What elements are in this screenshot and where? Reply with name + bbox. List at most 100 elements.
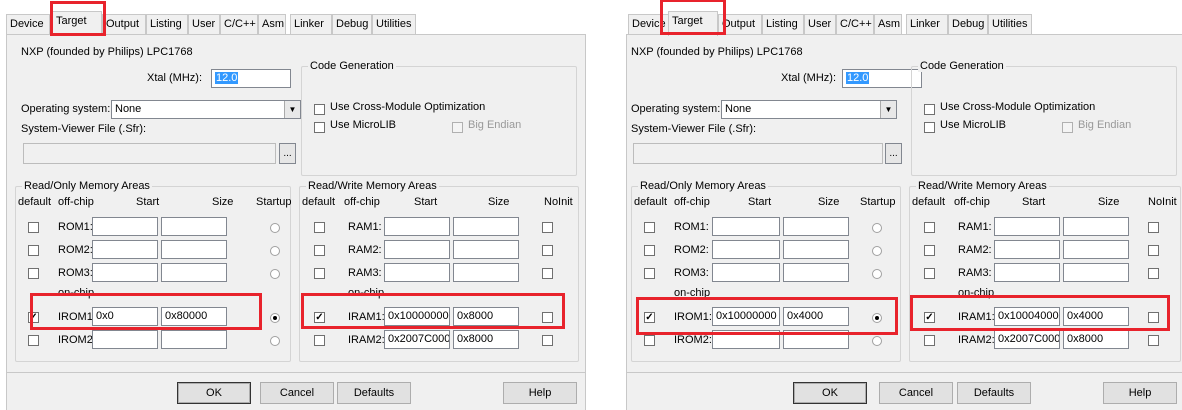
ram2-start-input[interactable] <box>384 240 450 259</box>
tab-user[interactable]: User <box>804 14 836 35</box>
ram1-size-input[interactable] <box>1063 217 1129 236</box>
iram2-noinit-checkbox[interactable] <box>542 335 553 346</box>
tab-debug[interactable]: Debug <box>948 14 988 35</box>
ram2-start-input[interactable] <box>994 240 1060 259</box>
irom2-start-input[interactable] <box>92 330 158 349</box>
tab-output[interactable]: Output <box>102 14 146 35</box>
browse-button[interactable]: ... <box>279 143 296 164</box>
rom2-startup-radio[interactable] <box>872 246 882 256</box>
rom2-default-checkbox[interactable] <box>28 245 39 256</box>
iram2-size-input[interactable]: 0x8000 <box>453 330 519 349</box>
ram1-noinit-checkbox[interactable] <box>1148 222 1159 233</box>
tab-user[interactable]: User <box>188 14 220 35</box>
rom3-size-input[interactable] <box>161 263 227 282</box>
help-button[interactable]: Help <box>1103 382 1177 404</box>
rom2-size-input[interactable] <box>161 240 227 259</box>
ram2-default-checkbox[interactable] <box>924 245 935 256</box>
chevron-down-icon[interactable]: ▼ <box>284 101 300 118</box>
ram1-default-checkbox[interactable] <box>314 222 325 233</box>
tab-linker[interactable]: Linker <box>290 14 332 35</box>
ram1-default-checkbox[interactable] <box>924 222 935 233</box>
cancel-button[interactable]: Cancel <box>260 382 334 404</box>
irom2-startup-radio[interactable] <box>270 336 280 346</box>
ram2-size-input[interactable] <box>453 240 519 259</box>
rom1-start-input[interactable] <box>712 217 780 236</box>
help-button[interactable]: Help <box>503 382 577 404</box>
rom3-size-input[interactable] <box>783 263 849 282</box>
rom2-start-input[interactable] <box>712 240 780 259</box>
ram3-noinit-checkbox[interactable] <box>1148 268 1159 279</box>
ram2-default-checkbox[interactable] <box>314 245 325 256</box>
tab-asm[interactable]: Asm <box>874 14 902 35</box>
xtal-input[interactable]: 12.0 <box>211 69 291 88</box>
rom3-startup-radio[interactable] <box>872 269 882 279</box>
iram2-start-input[interactable]: 0x2007C000 <box>384 330 450 349</box>
ram2-noinit-checkbox[interactable] <box>542 245 553 256</box>
ram3-default-checkbox[interactable] <box>924 268 935 279</box>
iram2-default-checkbox[interactable] <box>924 335 935 346</box>
ram2-size-input[interactable] <box>1063 240 1129 259</box>
big-endian-checkbox[interactable] <box>452 122 463 133</box>
microlib-checkbox[interactable] <box>924 122 935 133</box>
tab-asm[interactable]: Asm <box>258 14 286 35</box>
irom2-default-checkbox[interactable] <box>644 335 655 346</box>
rom2-size-input[interactable] <box>783 240 849 259</box>
tab-cpp[interactable]: C/C++ <box>220 14 258 35</box>
rom1-start-input[interactable] <box>92 217 158 236</box>
irom2-default-checkbox[interactable] <box>28 335 39 346</box>
cross-module-checkbox[interactable] <box>924 104 935 115</box>
iram2-noinit-checkbox[interactable] <box>1148 335 1159 346</box>
ram3-size-input[interactable] <box>453 263 519 282</box>
ram3-noinit-checkbox[interactable] <box>542 268 553 279</box>
cross-module-checkbox[interactable] <box>314 104 325 115</box>
iram2-default-checkbox[interactable] <box>314 335 325 346</box>
browse-button[interactable]: ... <box>885 143 902 164</box>
defaults-button[interactable]: Defaults <box>957 382 1031 404</box>
rom3-start-input[interactable] <box>92 263 158 282</box>
ram1-noinit-checkbox[interactable] <box>542 222 553 233</box>
rom2-startup-radio[interactable] <box>270 246 280 256</box>
os-select[interactable]: None ▼ <box>111 100 301 119</box>
cancel-button[interactable]: Cancel <box>879 382 953 404</box>
sfr-input[interactable] <box>23 143 276 164</box>
rom1-size-input[interactable] <box>161 217 227 236</box>
os-select[interactable]: None ▼ <box>721 100 897 119</box>
tab-utilities[interactable]: Utilities <box>988 14 1032 35</box>
rom2-start-input[interactable] <box>92 240 158 259</box>
tab-device[interactable]: Device <box>6 14 50 35</box>
rom1-startup-radio[interactable] <box>872 223 882 233</box>
ram1-start-input[interactable] <box>384 217 450 236</box>
rom1-startup-radio[interactable] <box>270 223 280 233</box>
rom3-default-checkbox[interactable] <box>28 268 39 279</box>
rom1-default-checkbox[interactable] <box>644 222 655 233</box>
big-endian-checkbox[interactable] <box>1062 122 1073 133</box>
tab-debug[interactable]: Debug <box>332 14 372 35</box>
irom1-startup-radio[interactable] <box>270 313 280 323</box>
rom1-size-input[interactable] <box>783 217 849 236</box>
defaults-button[interactable]: Defaults <box>337 382 411 404</box>
ok-button[interactable]: OK <box>177 382 251 404</box>
tab-linker[interactable]: Linker <box>906 14 948 35</box>
tab-listing[interactable]: Listing <box>762 14 804 35</box>
irom2-startup-radio[interactable] <box>872 336 882 346</box>
ram3-start-input[interactable] <box>384 263 450 282</box>
rom1-default-checkbox[interactable] <box>28 222 39 233</box>
ram3-start-input[interactable] <box>994 263 1060 282</box>
rom3-default-checkbox[interactable] <box>644 268 655 279</box>
ram3-default-checkbox[interactable] <box>314 268 325 279</box>
ram1-size-input[interactable] <box>453 217 519 236</box>
rom3-startup-radio[interactable] <box>270 269 280 279</box>
iram2-size-input[interactable]: 0x8000 <box>1063 330 1129 349</box>
iram2-start-input[interactable]: 0x2007C000 <box>994 330 1060 349</box>
xtal-input[interactable]: 12.0 <box>842 69 922 88</box>
chevron-down-icon[interactable]: ▼ <box>880 101 896 118</box>
ram1-start-input[interactable] <box>994 217 1060 236</box>
rom2-default-checkbox[interactable] <box>644 245 655 256</box>
ok-button[interactable]: OK <box>793 382 867 404</box>
sfr-input[interactable] <box>633 143 883 164</box>
ram2-noinit-checkbox[interactable] <box>1148 245 1159 256</box>
irom2-size-input[interactable] <box>161 330 227 349</box>
microlib-checkbox[interactable] <box>314 122 325 133</box>
tab-listing[interactable]: Listing <box>146 14 188 35</box>
tab-cpp[interactable]: C/C++ <box>836 14 874 35</box>
